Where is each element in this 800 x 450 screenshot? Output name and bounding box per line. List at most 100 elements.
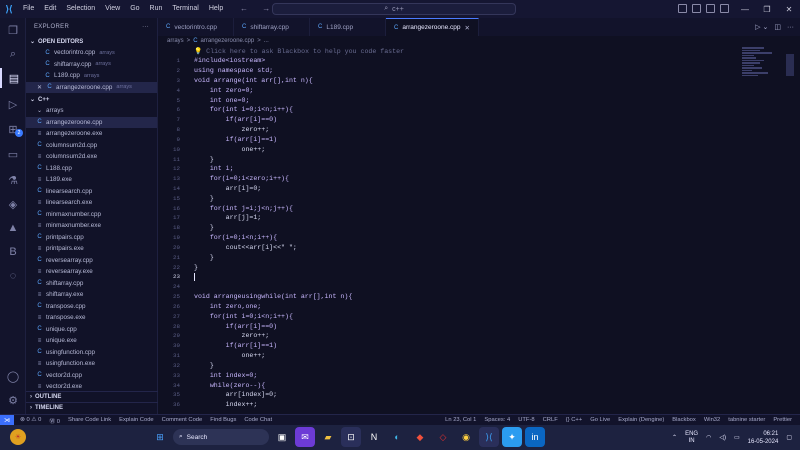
file-tree-item[interactable]: Cprintpairs.cpp [26, 232, 157, 244]
code-text[interactable]: arr[i]=0; [194, 185, 262, 192]
status-item[interactable]: ⊗ 0 ⚠ 0 [20, 417, 41, 423]
folder-section[interactable]: ⌄ C++ [26, 94, 157, 105]
file-tree-item[interactable]: ≡ linearsearch.exe [26, 197, 157, 209]
code-text[interactable]: } [194, 224, 214, 231]
chrome-icon[interactable]: ◉ [456, 427, 476, 447]
clock[interactable]: 06:21 16-05-2024 [748, 430, 779, 446]
status-item[interactable]: CRLF [543, 417, 558, 423]
code-text[interactable]: } [194, 362, 214, 369]
code-line[interactable]: 22} [158, 262, 738, 272]
explorer-icon[interactable]: ❐ [0, 20, 26, 40]
file-tree-item[interactable]: Creversearray.cpp [26, 255, 157, 267]
code-line[interactable]: 26 int zero,one; [158, 302, 738, 312]
settings-gear-icon[interactable]: ⚙ [0, 390, 26, 410]
files-icon[interactable]: ▤ [0, 68, 26, 88]
code-text[interactable]: for(i=0;i<zero;i++){ [194, 175, 289, 182]
code-text[interactable]: for(int j=i;j<n;j++){ [194, 205, 293, 212]
file-tree-item[interactable]: ≡ transpose.exe [26, 312, 157, 324]
wifi-icon[interactable]: ◠ [706, 434, 711, 441]
code-text[interactable]: } [194, 254, 214, 261]
file-tree-item[interactable]: Carrangezeroone.cpp [26, 116, 157, 128]
code-text[interactable]: int zero=0; [194, 87, 254, 94]
status-item[interactable]: Prettier [773, 417, 792, 423]
code-text[interactable]: if(arr[i]==1) [194, 136, 277, 143]
code-line[interactable]: 25 void arrangeusingwhile(int arr[],int n… [158, 292, 738, 302]
code-line[interactable]: 3 void arrange(int arr[],int n){ [158, 75, 738, 85]
code-line[interactable]: 16 for(int j=i;j<n;j++){ [158, 203, 738, 213]
code-line[interactable]: 5 int one=0; [158, 95, 738, 105]
code-line[interactable]: 32 } [158, 361, 738, 371]
open-editor-item[interactable]: C L189.cpp arrays [26, 70, 157, 82]
brave-icon[interactable]: ◆ [410, 427, 430, 447]
file-tree-item[interactable]: Ccolumnsum2d.cpp [26, 140, 157, 152]
editor-scrollbar[interactable] [786, 46, 794, 412]
command-search[interactable]: ⌕ c++ [272, 3, 516, 15]
vscode-taskbar-icon[interactable]: ⟩⟨ [479, 427, 499, 447]
taskbar-search[interactable]: ⌕ Search [173, 429, 269, 445]
code-text[interactable]: if(arr[i]==0) [194, 323, 277, 330]
menu-item-go[interactable]: Go [125, 0, 144, 18]
code-line[interactable]: 8 zero++; [158, 125, 738, 135]
code-text[interactable]: } [194, 264, 198, 271]
code-line[interactable]: 35 arr[index]=0; [158, 390, 738, 400]
code-line[interactable]: 11 } [158, 154, 738, 164]
code-text[interactable]: int index=0; [194, 372, 258, 379]
nav-arrows[interactable]: ← → [240, 4, 276, 13]
file-tree-item[interactable]: ≡ L189.exe [26, 174, 157, 186]
code-line[interactable]: 28 if(arr[i]==0) [158, 321, 738, 331]
code-line[interactable]: 31 one++; [158, 351, 738, 361]
code-line[interactable]: 4 int zero=0; [158, 85, 738, 95]
twitter-icon[interactable]: ✦ [502, 427, 522, 447]
remote-icon[interactable]: ⋊ [0, 414, 14, 426]
menu-item-file[interactable]: File [18, 0, 39, 18]
file-tree-item[interactable]: Cunique.cpp [26, 324, 157, 336]
status-item[interactable]: Ⓦ 0 [49, 416, 60, 425]
code-text[interactable]: void arrange(int arr[],int n){ [194, 77, 313, 84]
code-line[interactable]: 6 for(int i=0;i<n;i++){ [158, 105, 738, 115]
code-line[interactable]: 24 [158, 282, 738, 292]
minimize-icon[interactable]: — [734, 5, 756, 14]
code-line[interactable]: 10 one++; [158, 144, 738, 154]
more-actions-icon[interactable]: ··· [142, 24, 149, 30]
subfolder-row[interactable]: ⌄ arrays [26, 105, 157, 117]
notion-icon[interactable]: N [364, 427, 384, 447]
code-text[interactable]: int one=0; [194, 97, 250, 104]
code-text[interactable]: #include<iostream> [194, 57, 265, 64]
breadcrumb-part[interactable]: arrangezeroone.cpp [201, 38, 255, 44]
status-item[interactable]: Go Live [590, 417, 610, 423]
close-icon[interactable]: ✕ [36, 84, 43, 91]
open-editor-item[interactable]: ✕ Carrangezeroone.cpp arrays [26, 81, 157, 93]
code-line[interactable]: 33 int index=0; [158, 370, 738, 380]
open-editor-item[interactable]: Cvectorintro.cpp arrays [26, 47, 157, 59]
code-text[interactable]: cout<<arr[i]<<" "; [194, 244, 297, 251]
code-line[interactable]: 34 while(zero--){ [158, 380, 738, 390]
file-tree-item[interactable]: ≡ reversearray.exe [26, 266, 157, 278]
status-item[interactable]: Find Bugs [210, 417, 236, 423]
file-tree-item[interactable]: Cminmaxnumber.cpp [26, 209, 157, 221]
teams-icon[interactable]: ✉ [295, 427, 315, 447]
menu-item-edit[interactable]: Edit [39, 0, 61, 18]
bookmark-icon[interactable]: B [0, 242, 26, 262]
code-text[interactable]: while(zero--){ [194, 382, 265, 389]
code-line[interactable]: 14 arr[i]=0; [158, 184, 738, 194]
code-line[interactable]: 19 for(i=0;i<n;i++){ [158, 233, 738, 243]
breadcrumb-part[interactable]: ... [264, 38, 269, 44]
file-tree-item[interactable]: ≡ arrangezeroone.exe [26, 128, 157, 140]
code-line[interactable]: 21 } [158, 252, 738, 262]
status-item[interactable]: Code Chat [244, 417, 272, 423]
code-text[interactable]: if(arr[i]==1) [194, 342, 277, 349]
code-line[interactable]: 7 if(arr[i]==0) [158, 115, 738, 125]
menu-item-terminal[interactable]: Terminal [167, 0, 203, 18]
file-tree-item[interactable]: ≡ printpairs.exe [26, 243, 157, 255]
code-text[interactable]: void arrangeusingwhile(int arr[],int n){ [194, 293, 352, 300]
code-line[interactable]: 18 } [158, 223, 738, 233]
status-item[interactable]: Win32 [704, 417, 720, 423]
ai-assistant-icon[interactable]: ▲ [0, 218, 26, 238]
code-line[interactable]: 36 index++; [158, 400, 738, 410]
code-text[interactable]: for(i=0;i<n;i++){ [194, 234, 277, 241]
extensions-icon[interactable]: ⊞ 2 [0, 119, 26, 139]
git-icon[interactable]: ◇ [433, 427, 453, 447]
file-explorer-icon[interactable]: ▰ [318, 427, 338, 447]
customize-layout-icon[interactable] [720, 4, 729, 13]
code-text[interactable]: using namespace std; [194, 67, 273, 74]
